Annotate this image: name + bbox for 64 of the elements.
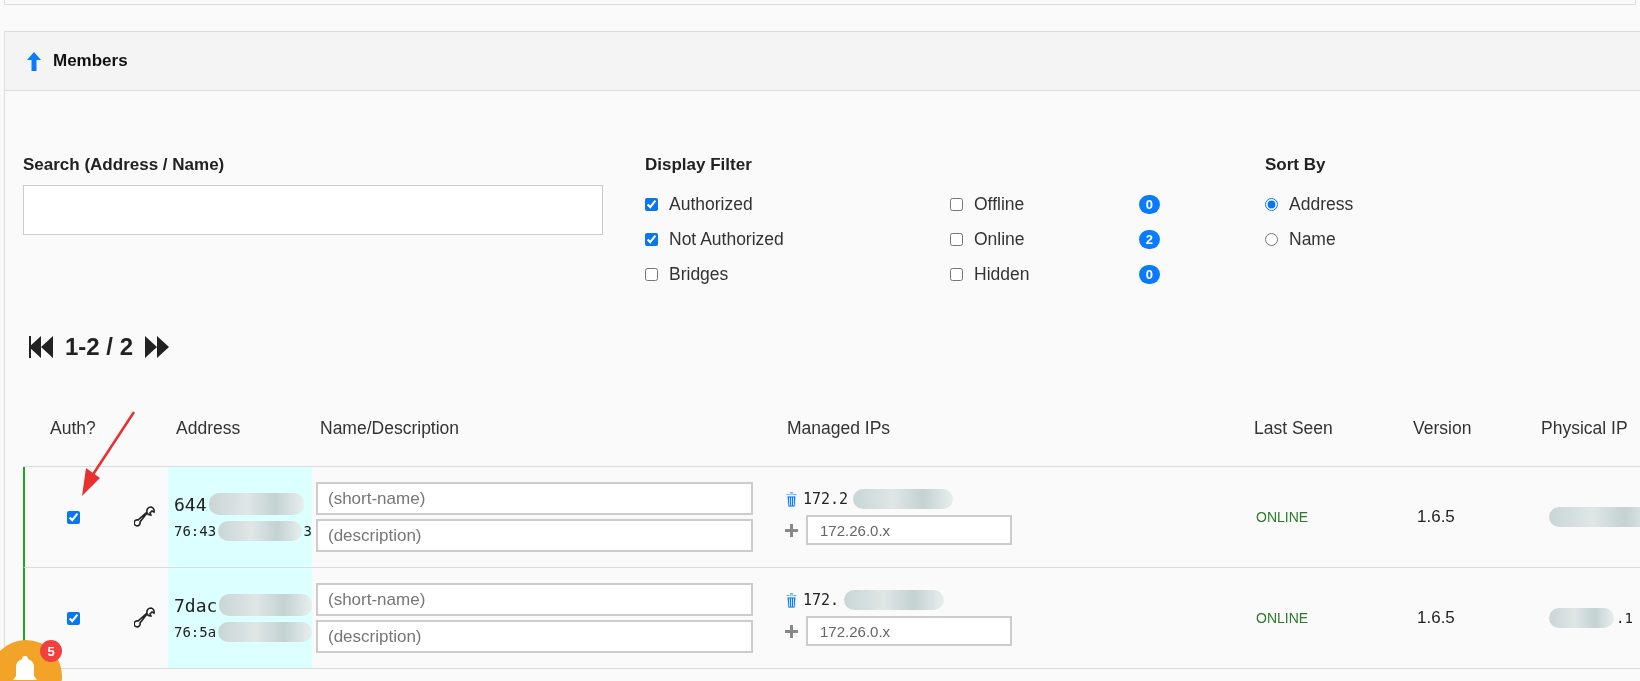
short-name-field[interactable]: (short-name) [316, 583, 753, 616]
wrench-icon[interactable] [134, 606, 156, 630]
filter-label: Authorized [669, 193, 753, 215]
panel-header[interactable]: Members [5, 32, 1640, 91]
bell-icon [10, 654, 40, 681]
column-header: Auth? [49, 418, 97, 439]
mac-address: 76:5a [174, 624, 217, 640]
redaction-blur [1549, 608, 1614, 628]
filter-checkbox[interactable] [645, 267, 658, 281]
count-badge: 0 [1138, 264, 1160, 284]
description-field[interactable]: (description) [316, 519, 753, 552]
filter-checkbox[interactable] [950, 197, 963, 211]
search-label: Search (Address / Name) [23, 155, 226, 175]
filter-checkbox[interactable] [645, 197, 658, 211]
last-page-icon[interactable] [143, 336, 170, 358]
description-field[interactable]: (description) [316, 620, 753, 653]
column-header: Version [1413, 418, 1473, 439]
sort-radio[interactable] [1265, 197, 1278, 211]
managed-ip: 172. [803, 591, 840, 609]
filter-label: Hidden [974, 263, 1030, 285]
column-header: Name/Description [319, 418, 461, 439]
filter-label: Offline [974, 193, 1025, 215]
version-text: 1.6.5 [1416, 608, 1456, 628]
filter-label: Online [974, 228, 1025, 250]
count-badge: 0 [1138, 194, 1160, 214]
version-text: 1.6.5 [1416, 507, 1456, 527]
last-seen-status: ONLINE [1255, 509, 1310, 525]
authorize-checkbox[interactable] [67, 510, 80, 524]
sort-label: Name [1289, 228, 1336, 250]
member-address: 644 [174, 493, 207, 515]
mac-address: 76:43 [174, 523, 217, 539]
last-seen-status: ONLINE [1255, 610, 1310, 626]
ip-field[interactable]: 172.26.0.x [806, 616, 1012, 646]
panel-title: Members [53, 51, 128, 71]
plus-icon[interactable] [785, 624, 798, 638]
ip-field[interactable]: 172.26.0.x [806, 515, 1012, 545]
physical-ip: .1 [1616, 610, 1633, 626]
filter-checkbox[interactable] [950, 232, 963, 246]
plus-icon[interactable] [785, 523, 798, 537]
column-header: Managed IPs [786, 418, 892, 439]
filter-checkbox[interactable] [950, 267, 963, 281]
count-badge: 2 [1138, 229, 1160, 249]
first-page-icon[interactable] [29, 336, 55, 358]
page-range: 1-2 / 2 [65, 333, 134, 361]
authorize-checkbox[interactable] [67, 611, 80, 625]
member-address: 7dac [174, 594, 218, 616]
column-header: Physical IP [1540, 418, 1629, 439]
sort-title: Sort By [1265, 155, 1327, 175]
trash-icon[interactable] [785, 491, 798, 507]
short-name-field[interactable]: (short-name) [316, 482, 753, 515]
arrow-up-icon [27, 51, 41, 71]
column-header: Last Seen [1253, 418, 1334, 439]
filter-label: Not Authorized [669, 228, 784, 250]
managed-ip: 172.2 [803, 490, 849, 508]
column-header: Address [175, 418, 242, 439]
filter-checkbox[interactable] [645, 232, 658, 246]
sort-label: Address [1289, 193, 1354, 215]
filter-label: Bridges [669, 263, 729, 285]
sort-radio[interactable] [1265, 232, 1278, 246]
filter-title: Display Filter [645, 155, 753, 175]
search-field[interactable] [23, 185, 603, 235]
wrench-icon[interactable] [134, 505, 156, 529]
mac-address: 3 [303, 523, 312, 539]
trash-icon[interactable] [785, 592, 798, 608]
